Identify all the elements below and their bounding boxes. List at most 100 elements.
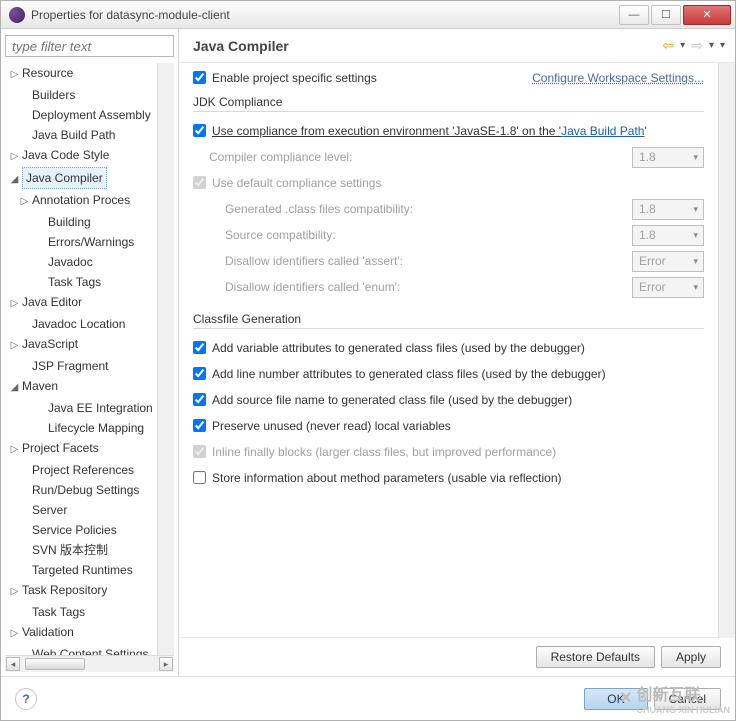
cf3-row[interactable]: Add source file name to generated class … (193, 393, 572, 407)
scroll-right-arrow[interactable]: ▸ (159, 657, 173, 671)
tree-scrollbar-horizontal[interactable]: ◂ ▸ (5, 655, 174, 672)
cf3-checkbox[interactable] (193, 393, 206, 406)
tree-item-lifecycle-mapping[interactable]: Lifecycle Mapping (5, 418, 157, 438)
tree-twisty-icon[interactable]: ▷ (9, 65, 20, 85)
scroll-left-arrow[interactable]: ◂ (6, 657, 20, 671)
tree-twisty-icon[interactable]: ▷ (9, 440, 20, 460)
sidebar: ▷ResourceBuildersDeployment AssemblyJava… (1, 29, 179, 676)
tree-item-svn-[interactable]: SVN 版本控制 (5, 540, 157, 560)
tree-item-targeted-runtimes[interactable]: Targeted Runtimes (5, 560, 157, 580)
cf1-row[interactable]: Add variable attributes to generated cla… (193, 341, 585, 355)
tree-item-label: SVN 版本控制 (32, 543, 108, 557)
tree-twisty-icon[interactable]: ▷ (9, 582, 20, 602)
tree-twisty-icon[interactable]: ▷ (9, 336, 20, 356)
page-title: Java Compiler (193, 38, 662, 54)
tree-item-label: Annotation Proces (32, 193, 130, 207)
close-button[interactable]: ✕ (683, 5, 731, 25)
enable-project-specific[interactable]: Enable project specific settings (193, 71, 532, 85)
tree-item-project-facets[interactable]: ▷Project Facets (5, 438, 157, 460)
tree-item-maven[interactable]: ◢Maven (5, 376, 157, 398)
minimize-button[interactable]: — (619, 5, 649, 25)
tree-item-javadoc[interactable]: Javadoc (5, 252, 157, 272)
tree-twisty-icon[interactable]: ▷ (9, 294, 20, 314)
tree-item-task-tags[interactable]: Task Tags (5, 602, 157, 622)
tree-item-label: Resource (22, 66, 73, 80)
eclipse-icon (9, 7, 25, 23)
disallow-assert-select: Error (632, 251, 704, 272)
tree-item-server[interactable]: Server (5, 500, 157, 520)
filter-input[interactable] (5, 35, 174, 57)
restore-defaults-button[interactable]: Restore Defaults (536, 646, 655, 668)
forward-icon[interactable]: ⇨ (691, 37, 703, 54)
use-compliance-row[interactable]: Use compliance from execution environmen… (193, 124, 647, 138)
tree-item-project-references[interactable]: Project References (5, 460, 157, 480)
apply-button[interactable]: Apply (661, 646, 721, 668)
tree-item-label: Java EE Integration (48, 401, 153, 415)
tree-item-service-policies[interactable]: Service Policies (5, 520, 157, 540)
classfile-group: Classfile Generation (193, 312, 704, 329)
tree-item-web-content-settings[interactable]: Web Content Settings (5, 644, 157, 655)
cf6-label: Store information about method parameter… (212, 471, 562, 485)
cf4-row[interactable]: Preserve unused (never read) local varia… (193, 419, 451, 433)
tree-item-javascript[interactable]: ▷JavaScript (5, 334, 157, 356)
tree-item-task-tags[interactable]: Task Tags (5, 272, 157, 292)
tree-item-java-editor[interactable]: ▷Java Editor (5, 292, 157, 314)
form-content: Enable project specific settings Configu… (179, 63, 718, 638)
tree-item-run-debug-settings[interactable]: Run/Debug Settings (5, 480, 157, 500)
configure-workspace-link[interactable]: Configure Workspace Settings... (532, 71, 704, 85)
tree-item-java-compiler[interactable]: ◢Java Compiler (5, 167, 157, 190)
tree-item-annotation-proces[interactable]: ▷Annotation Proces (5, 190, 157, 212)
cf1-checkbox[interactable] (193, 341, 206, 354)
tree-item-label: Java Editor (22, 295, 82, 309)
tree-item-deployment-assembly[interactable]: Deployment Assembly (5, 105, 157, 125)
ok-button[interactable]: OK (584, 688, 647, 710)
content-scrollbar[interactable] (718, 63, 735, 638)
tree-item-java-ee-integration[interactable]: Java EE Integration (5, 398, 157, 418)
enable-project-label: Enable project specific settings (212, 71, 377, 85)
tree-item-label: Building (48, 215, 91, 229)
tree-item-java-build-path[interactable]: Java Build Path (5, 125, 157, 145)
cf2-checkbox[interactable] (193, 367, 206, 380)
tree-twisty-icon[interactable]: ▷ (19, 192, 30, 212)
cf4-checkbox[interactable] (193, 419, 206, 432)
use-default-row: Use default compliance settings (193, 176, 381, 190)
scroll-thumb[interactable] (25, 658, 85, 670)
tree-item-label: Errors/Warnings (48, 235, 134, 249)
tree-item-validation[interactable]: ▷Validation (5, 622, 157, 644)
tree-item-javadoc-location[interactable]: Javadoc Location (5, 314, 157, 334)
window-title: Properties for datasync-module-client (31, 8, 619, 22)
java-build-path-link[interactable]: Java Build Path (561, 124, 644, 138)
source-compat-label: Source compatibility: (225, 228, 632, 242)
back-menu-icon[interactable]: ▾ (680, 40, 685, 51)
tree-item-label: Validation (22, 625, 74, 639)
cf6-checkbox[interactable] (193, 471, 206, 484)
cf5-row: Inline finally blocks (larger class file… (193, 445, 556, 459)
enable-project-checkbox[interactable] (193, 71, 206, 84)
cf2-row[interactable]: Add line number attributes to generated … (193, 367, 606, 381)
tree-item-errors-warnings[interactable]: Errors/Warnings (5, 232, 157, 252)
disallow-enum-label: Disallow identifiers called 'enum': (225, 280, 632, 294)
help-button[interactable]: ? (15, 688, 37, 710)
tree-item-label: Task Tags (32, 605, 85, 619)
cancel-button[interactable]: Cancel (654, 688, 721, 710)
tree-item-jsp-fragment[interactable]: JSP Fragment (5, 356, 157, 376)
tree-item-task-repository[interactable]: ▷Task Repository (5, 580, 157, 602)
cf6-row[interactable]: Store information about method parameter… (193, 471, 562, 485)
tree-item-builders[interactable]: Builders (5, 85, 157, 105)
use-compliance-checkbox[interactable] (193, 124, 206, 137)
tree-twisty-icon[interactable]: ▷ (9, 624, 20, 644)
property-tree[interactable]: ▷ResourceBuildersDeployment AssemblyJava… (5, 63, 157, 655)
tree-item-building[interactable]: Building (5, 212, 157, 232)
tree-item-java-code-style[interactable]: ▷Java Code Style (5, 145, 157, 167)
tree-item-resource[interactable]: ▷Resource (5, 63, 157, 85)
back-icon[interactable]: ⇦ (662, 37, 674, 54)
tree-twisty-icon[interactable]: ◢ (9, 170, 20, 190)
tree-item-label: Run/Debug Settings (32, 483, 139, 497)
tree-twisty-icon[interactable]: ◢ (9, 378, 20, 398)
view-menu-icon[interactable]: ▾ (720, 40, 725, 51)
tree-scrollbar-vertical[interactable] (157, 63, 174, 655)
tree-twisty-icon[interactable]: ▷ (9, 147, 20, 167)
gen-class-label: Generated .class files compatibility: (225, 202, 632, 216)
maximize-button[interactable]: ☐ (651, 5, 681, 25)
forward-menu-icon[interactable]: ▾ (709, 40, 714, 51)
